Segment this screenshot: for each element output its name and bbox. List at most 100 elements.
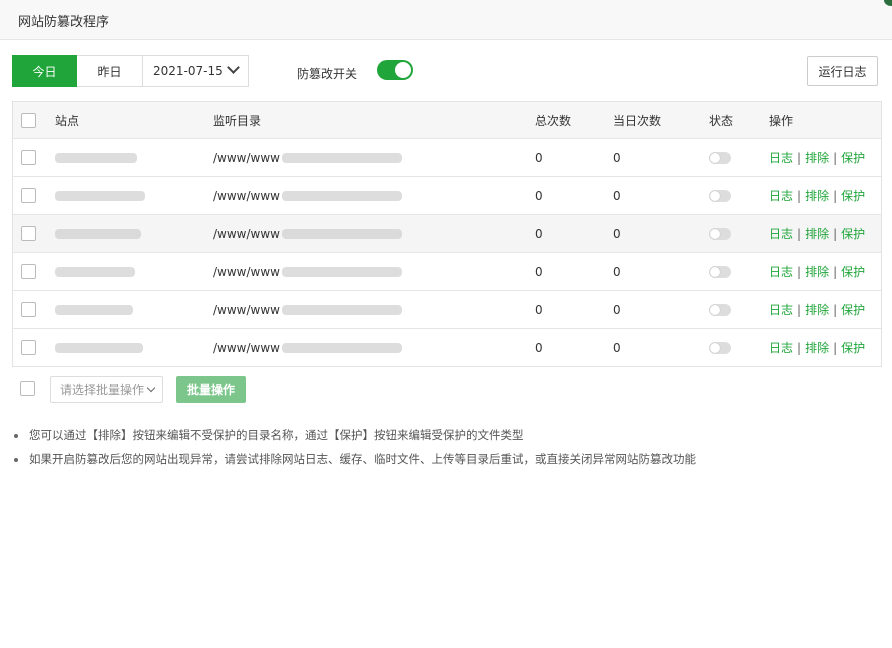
status-toggle[interactable] [709, 227, 731, 240]
table-header: 站点 监听目录 总次数 当日次数 状态 操作 [13, 102, 881, 138]
note-item: 您可以通过【排除】按钮来编辑不受保护的目录名称，通过【保护】按钮来编辑受保护的文… [12, 427, 696, 451]
total-count: 0 [535, 302, 543, 317]
redacted-site-name [55, 266, 135, 277]
chevron-down-icon [227, 61, 240, 74]
redacted-site-name [55, 342, 143, 353]
directory-prefix: /www/www [213, 150, 280, 165]
title-bar: 网站防篡改程序 [0, 0, 892, 40]
protect-link[interactable]: 保护 [841, 263, 865, 280]
protect-link[interactable]: 保护 [841, 339, 865, 356]
log-link[interactable]: 日志 [769, 339, 793, 356]
directory-prefix: /www/www [213, 188, 280, 203]
batch-operation-select[interactable]: 请选择批量操作 [50, 376, 163, 403]
status-toggle[interactable] [709, 151, 731, 164]
batch-operation-button[interactable]: 批量操作 [176, 376, 246, 403]
toggle-knob [395, 62, 411, 78]
exclude-link[interactable]: 排除 [805, 339, 829, 356]
today-button[interactable]: 今日 [12, 55, 77, 87]
column-header-directory: 监听目录 [213, 113, 262, 128]
table-row: /www/www 0 0 日志 | 排除 | 保护 [13, 290, 881, 328]
redacted-site-name [55, 228, 141, 239]
select-all-checkbox[interactable] [21, 112, 36, 128]
chevron-down-icon [146, 383, 156, 393]
toggle-knob [710, 266, 720, 277]
protect-link[interactable]: 保护 [841, 149, 865, 166]
today-count: 0 [613, 302, 621, 317]
toggle-knob [710, 190, 720, 201]
batch-bar: 请选择批量操作 批量操作 [20, 376, 320, 403]
action-separator: | [797, 340, 802, 355]
tamper-switch-toggle[interactable] [377, 60, 413, 80]
status-toggle[interactable] [709, 189, 731, 202]
row-checkbox[interactable] [21, 150, 36, 165]
redacted-directory [281, 304, 402, 315]
redacted-directory [281, 190, 402, 201]
row-checkbox[interactable] [21, 188, 36, 203]
action-separator: | [833, 264, 838, 279]
action-separator: | [833, 226, 838, 241]
log-link[interactable]: 日志 [769, 225, 793, 242]
status-toggle[interactable] [709, 303, 731, 316]
note-item: 如果开启防篡改后您的网站出现异常，请尝试排除网站日志、缓存、临时文件、上传等目录… [12, 451, 696, 475]
date-picker[interactable]: 2021-07-15 [143, 55, 249, 87]
toggle-knob [710, 152, 720, 163]
exclude-link[interactable]: 排除 [805, 187, 829, 204]
table-row: /www/www 0 0 日志 | 排除 | 保护 [13, 138, 881, 176]
column-header-total: 总次数 [535, 113, 572, 128]
directory-prefix: /www/www [213, 264, 280, 279]
log-link[interactable]: 日志 [769, 263, 793, 280]
today-count: 0 [613, 340, 621, 355]
redacted-site-name [55, 304, 133, 315]
toggle-knob [710, 342, 720, 353]
log-link[interactable]: 日志 [769, 149, 793, 166]
date-value: 2021-07-15 [153, 64, 223, 78]
today-count: 0 [613, 188, 621, 203]
exclude-link[interactable]: 排除 [805, 263, 829, 280]
protect-link[interactable]: 保护 [841, 301, 865, 318]
row-actions: 日志 | 排除 | 保护 [769, 215, 865, 252]
directory-prefix: /www/www [213, 302, 280, 317]
close-icon[interactable] [884, 0, 892, 6]
redacted-directory [281, 266, 402, 277]
site-table: 站点 监听目录 总次数 当日次数 状态 操作 /www/www 0 0 日志 | 排… [12, 101, 882, 367]
exclude-link[interactable]: 排除 [805, 225, 829, 242]
row-checkbox[interactable] [21, 340, 36, 355]
batch-select-all-checkbox[interactable] [20, 381, 35, 396]
total-count: 0 [535, 264, 543, 279]
yesterday-button[interactable]: 昨日 [77, 55, 143, 87]
log-link[interactable]: 日志 [769, 301, 793, 318]
protect-link[interactable]: 保护 [841, 187, 865, 204]
run-log-button[interactable]: 运行日志 [807, 56, 878, 86]
status-toggle[interactable] [709, 265, 731, 278]
row-checkbox[interactable] [21, 302, 36, 317]
day-filter-group: 今日 昨日 2021-07-15 [12, 55, 249, 87]
log-link[interactable]: 日志 [769, 187, 793, 204]
column-header-status: 状态 [709, 113, 734, 128]
status-toggle[interactable] [709, 341, 731, 354]
row-checkbox[interactable] [21, 226, 36, 241]
table-row: /www/www 0 0 日志 | 排除 | 保护 [13, 214, 881, 252]
toggle-knob [710, 228, 720, 239]
row-actions: 日志 | 排除 | 保护 [769, 329, 865, 366]
batch-select-placeholder: 请选择批量操作 [60, 383, 145, 397]
protect-link[interactable]: 保护 [841, 225, 865, 242]
action-separator: | [797, 264, 802, 279]
exclude-link[interactable]: 排除 [805, 149, 829, 166]
redacted-site-name [55, 190, 145, 201]
action-separator: | [797, 302, 802, 317]
exclude-link[interactable]: 排除 [805, 301, 829, 318]
window-title: 网站防篡改程序 [18, 15, 110, 30]
table-row: /www/www 0 0 日志 | 排除 | 保护 [13, 176, 881, 214]
action-separator: | [833, 150, 838, 165]
column-header-actions: 操作 [769, 113, 794, 128]
redacted-directory [281, 152, 402, 163]
row-checkbox[interactable] [21, 264, 36, 279]
action-separator: | [797, 150, 802, 165]
redacted-directory [281, 342, 402, 353]
total-count: 0 [535, 340, 543, 355]
help-notes: 您可以通过【排除】按钮来编辑不受保护的目录名称，通过【保护】按钮来编辑受保护的文… [12, 427, 696, 475]
total-count: 0 [535, 150, 543, 165]
directory-prefix: /www/www [213, 226, 280, 241]
row-actions: 日志 | 排除 | 保护 [769, 253, 865, 290]
directory-prefix: /www/www [213, 340, 280, 355]
